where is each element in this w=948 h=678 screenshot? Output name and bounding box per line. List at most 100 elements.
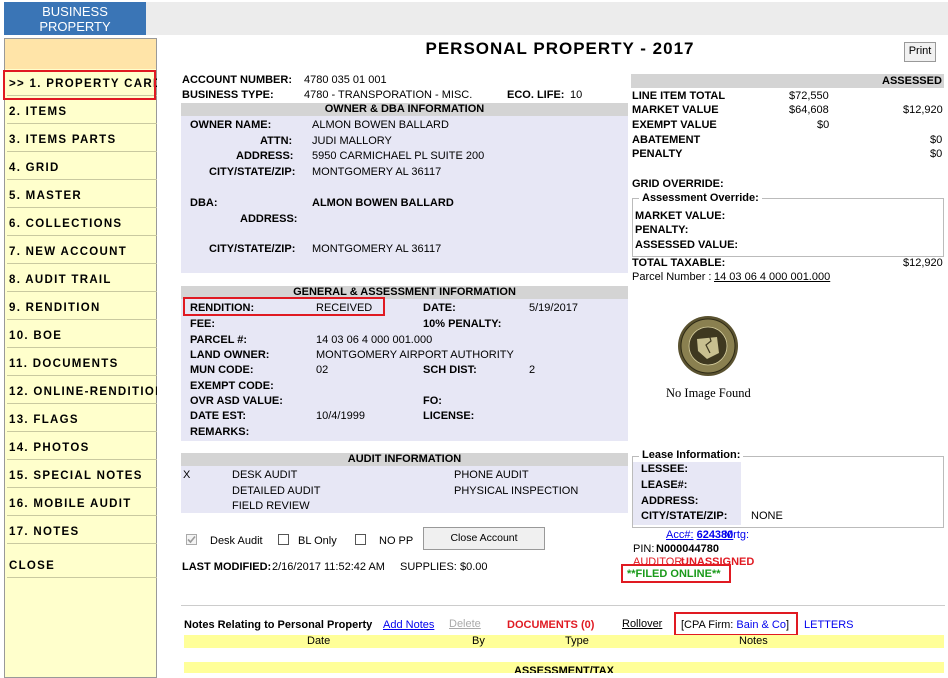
land-owner-label: LAND OWNER: [190,349,270,361]
date-value: 5/19/2017 [529,302,578,314]
county-seal-image [677,315,739,377]
account-number-label: ACCOUNT NUMBER: [182,74,292,86]
land-owner-value: MONTGOMERY AIRPORT AUTHORITY [316,349,514,361]
add-notes-link[interactable]: Add Notes [383,619,434,631]
attn-value: JUDI MALLORY [312,135,392,147]
supplies-label: SUPPLIES: [400,561,457,573]
date-label: DATE: [423,302,456,314]
owner-section-header: OWNER & DBA INFORMATION [181,103,628,116]
owner-name-value: ALMON BOWEN BALLARD [312,119,449,131]
sidebar-item-online-rendition[interactable]: 12. ONLINE-RENDITION [7,380,157,404]
sidebar-item-collections[interactable]: 6. COLLECTIONS [7,212,157,236]
no-image-text: No Image Found [666,386,751,400]
ao-penalty-label: PENALTY: [635,224,689,236]
parcel-number-label: Parcel Number : [632,271,712,283]
last-modified-value: 2/16/2017 11:52:42 AM [272,561,385,573]
fo-label: FO: [423,395,442,407]
account-number-value: 4780 035 01 001 [304,74,387,86]
sidebar-item-items[interactable]: 2. ITEMS [7,100,157,124]
dba-value: ALMON BOWEN BALLARD [312,197,454,209]
market-value-value: $64,608 [789,104,829,116]
letters-link[interactable]: LETTERS [804,619,854,631]
business-type-label: BUSINESS TYPE: [182,89,274,101]
line-item-total-value: $72,550 [789,90,829,102]
sidebar-item-mobile-audit[interactable]: 16. MOBILE AUDIT [7,492,157,516]
address-label: ADDRESS: [236,150,294,162]
lease-number-label: LEASE#: [641,479,688,491]
csz-value: MONTGOMERY AL 36117 [312,166,442,178]
penalty10-label: 10% PENALTY: [423,318,502,330]
sidebar-item-boe[interactable]: 10. BOE [7,324,157,348]
grid-override-label: GRID OVERRIDE: [632,178,724,190]
sidebar-item-special-notes[interactable]: 15. SPECIAL NOTES [7,464,157,488]
sidebar-header [5,39,156,69]
no-pp-checkbox[interactable] [355,534,366,545]
mrtg-link[interactable]: Mrtg: [724,529,749,541]
desk-audit-checkbox[interactable] [186,534,197,545]
exempt-code-label: EXEMPT CODE: [190,380,274,392]
sidebar-item-notes[interactable]: 17. NOTES [7,520,157,544]
business-property-tab[interactable]: BUSINESS PROPERTY [4,2,146,35]
notes-table-header [184,635,944,648]
date-est-value: 10/4/1999 [316,410,365,422]
sidebar-item-new-account[interactable]: 7. NEW ACCOUNT [7,240,157,264]
abatement-value: $0 [930,134,943,146]
lease-address-label: ADDRESS: [641,495,699,507]
county-seal-icon [678,316,738,376]
no-pp-label: NO PP [379,535,414,547]
parcel-label: PARCEL #: [190,334,248,346]
owner-name-label: OWNER NAME: [190,119,272,131]
eco-life-label: ECO. LIFE: [507,89,565,101]
ao-assessed-label: ASSESSED VALUE: [635,239,739,251]
audit-section-header: AUDIT INFORMATION [181,453,628,466]
top-strip [146,2,948,35]
sidebar-item-grid[interactable]: 4. GRID [7,156,157,180]
exempt-value-value: $0 [817,119,830,131]
market-assessed-value: $12,920 [903,104,943,116]
delete-link[interactable]: Delete [449,618,481,630]
notes-col-type: Type [565,635,589,647]
page-title: PERSONAL PROPERTY - 2017 [425,39,695,58]
parcel-number-link[interactable]: 14 03 06 4 000 001.000 [714,271,830,283]
lease-legend: Lease Information: [639,449,744,461]
last-modified-label: LAST MODIFIED: [182,561,272,573]
dba-csz-label: CITY/STATE/ZIP: [209,243,296,255]
sidebar: >> 1. PROPERTY CARD 2. ITEMS 3. ITEMS PA… [4,38,157,678]
active-item-highlight [3,70,156,100]
detailed-audit-item: DETAILED AUDIT [232,485,321,497]
pin-value: N000044780 [656,543,720,555]
dba-address-label: ADDRESS: [240,213,298,225]
sidebar-item-flags[interactable]: 13. FLAGS [7,408,157,432]
dba-label: DBA: [190,197,218,209]
print-button[interactable]: Print [904,42,936,62]
audit-mark: X [183,469,191,481]
dba-csz-value: MONTGOMERY AL 36117 [312,243,442,255]
pin-label: PIN: [633,543,655,555]
sidebar-item-items-parts[interactable]: 3. ITEMS PARTS [7,128,157,152]
check-icon [187,535,196,544]
notes-col-date: Date [307,635,331,647]
remarks-label: REMARKS: [190,426,250,438]
sidebar-item-photos[interactable]: 14. PHOTOS [7,436,157,460]
csz-label: CITY/STATE/ZIP: [209,166,296,178]
mun-code-label: MUN CODE: [190,364,254,376]
assessed-header: ASSESSED [882,75,942,87]
documents-link[interactable]: DOCUMENTS (0) [507,619,594,631]
rollover-link[interactable]: Rollover [622,618,662,630]
date-est-label: DATE EST: [190,410,247,422]
sch-dist-label: SCH DIST: [423,364,477,376]
cpa-firm-highlight [674,612,798,636]
sidebar-item-documents[interactable]: 11. DOCUMENTS [7,352,157,376]
total-taxable-label: TOTAL TAXABLE: [632,257,726,269]
close-account-button[interactable]: Close Account [423,527,545,550]
sidebar-item-close[interactable]: CLOSE [7,554,157,578]
sidebar-item-audit-trail[interactable]: 8. AUDIT TRAIL [7,268,157,292]
sidebar-item-rendition[interactable]: 9. RENDITION [7,296,157,320]
sidebar-item-master[interactable]: 5. MASTER [7,184,157,208]
lease-csz-label: CITY/STATE/ZIP: [641,510,728,522]
tab-label-line1: BUSINESS [42,4,108,19]
field-review-item: FIELD REVIEW [232,500,310,512]
notes-col-by: By [472,635,485,647]
bl-only-checkbox[interactable] [278,534,289,545]
tab-label-line2: PROPERTY [39,19,111,34]
